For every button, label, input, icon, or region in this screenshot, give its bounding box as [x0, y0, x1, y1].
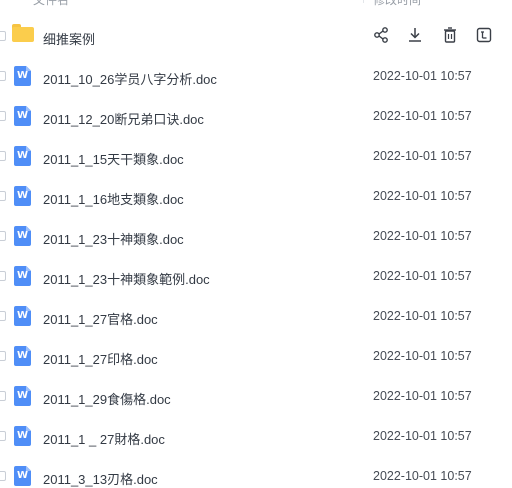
file-row[interactable]: W 2011_1_23十神類象範例.doc 2022-10-01 10:57 [0, 256, 512, 296]
column-header-modified-time[interactable]: 修改时间 [373, 0, 421, 8]
row-checkbox[interactable] [0, 71, 6, 81]
file-modified-time: 2022-10-01 10:57 [373, 389, 472, 403]
row-checkbox[interactable] [0, 351, 6, 361]
word-doc-icon: W [14, 426, 31, 446]
file-modified-time: 2022-10-01 10:57 [373, 189, 472, 203]
word-doc-icon: W [14, 466, 31, 486]
file-name[interactable]: 2011_1_29食傷格.doc [43, 389, 171, 408]
word-doc-icon: W [14, 346, 31, 366]
file-name[interactable]: 2011_1_23十神類象範例.doc [43, 269, 210, 288]
file-name[interactable]: 2011_12_20断兄弟口诀.doc [43, 109, 204, 128]
file-row[interactable]: W 2011_1_16地支類象.doc 2022-10-01 10:57 [0, 176, 512, 216]
file-row[interactable]: W 2011_1_27印格.doc 2022-10-01 10:57 [0, 336, 512, 376]
file-modified-time: 2022-10-01 10:57 [373, 149, 472, 163]
share-icon[interactable] [372, 26, 390, 46]
file-name[interactable]: 2011_1_15天干類象.doc [43, 149, 184, 168]
word-doc-icon: W [14, 66, 31, 86]
row-checkbox[interactable] [0, 191, 6, 201]
folder-row[interactable]: 细推案例 [0, 16, 512, 56]
file-name[interactable]: 2011_1 _ 27財格.doc [43, 429, 165, 448]
file-modified-time: 2022-10-01 10:57 [373, 469, 472, 483]
file-list-header: 文件名 修改时间 [0, 0, 512, 9]
word-doc-icon: W [14, 106, 31, 126]
file-name[interactable]: 2011_3_13刃格.doc [43, 469, 158, 488]
download-icon[interactable] [406, 26, 424, 46]
word-doc-icon: W [14, 146, 31, 166]
file-modified-time: 2022-10-01 10:57 [373, 309, 472, 323]
row-checkbox[interactable] [0, 471, 6, 481]
folder-name[interactable]: 细推案例 [43, 29, 95, 48]
file-modified-time: 2022-10-01 10:57 [373, 229, 472, 243]
file-row[interactable]: W 2011_3_13刃格.doc 2022-10-01 10:57 [0, 456, 512, 488]
row-checkbox[interactable] [0, 31, 6, 41]
file-name[interactable]: 2011_1_27官格.doc [43, 309, 158, 328]
column-header-name[interactable]: 文件名 [33, 0, 69, 8]
delete-icon[interactable] [441, 26, 459, 46]
file-row[interactable]: W 2011_1_29食傷格.doc 2022-10-01 10:57 [0, 376, 512, 416]
file-modified-time: 2022-10-01 10:57 [373, 429, 472, 443]
word-doc-icon: W [14, 306, 31, 326]
word-doc-icon: W [14, 266, 31, 286]
row-checkbox[interactable] [0, 311, 6, 321]
file-modified-time: 2022-10-01 10:57 [373, 269, 472, 283]
file-modified-time: 2022-10-01 10:57 [373, 109, 472, 123]
file-name[interactable]: 2011_1_23十神類象.doc [43, 229, 184, 248]
column-divider[interactable] [363, 0, 364, 3]
row-checkbox[interactable] [0, 231, 6, 241]
word-doc-icon: W [14, 386, 31, 406]
file-name[interactable]: 2011_1_16地支類象.doc [43, 189, 184, 208]
file-modified-time: 2022-10-01 10:57 [373, 349, 472, 363]
file-row[interactable]: W 2011_10_26学员八字分析.doc 2022-10-01 10:57 [0, 56, 512, 96]
file-row[interactable]: W 2011_1 _ 27財格.doc 2022-10-01 10:57 [0, 416, 512, 456]
row-checkbox[interactable] [0, 111, 6, 121]
file-row[interactable]: W 2011_1_23十神類象.doc 2022-10-01 10:57 [0, 216, 512, 256]
word-doc-icon: W [14, 186, 31, 206]
file-modified-time: 2022-10-01 10:57 [373, 69, 472, 83]
row-checkbox[interactable] [0, 391, 6, 401]
more-icon[interactable] [475, 26, 493, 46]
file-name[interactable]: 2011_1_27印格.doc [43, 349, 158, 368]
row-checkbox[interactable] [0, 151, 6, 161]
file-row[interactable]: W 2011_1_15天干類象.doc 2022-10-01 10:57 [0, 136, 512, 176]
row-checkbox[interactable] [0, 431, 6, 441]
word-doc-icon: W [14, 226, 31, 246]
file-row[interactable]: W 2011_12_20断兄弟口诀.doc 2022-10-01 10:57 [0, 96, 512, 136]
file-name[interactable]: 2011_10_26学员八字分析.doc [43, 69, 217, 88]
file-row[interactable]: W 2011_1_27官格.doc 2022-10-01 10:57 [0, 296, 512, 336]
folder-icon [12, 24, 34, 42]
row-checkbox[interactable] [0, 271, 6, 281]
